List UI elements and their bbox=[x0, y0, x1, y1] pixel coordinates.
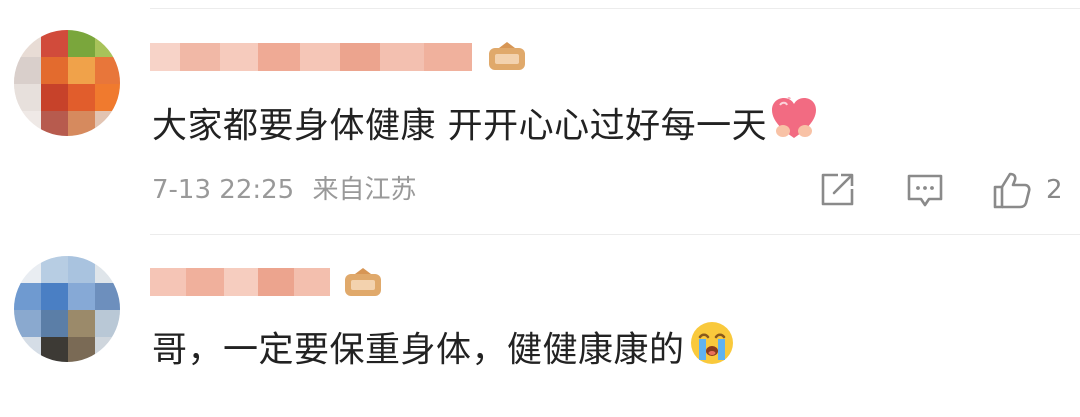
comment-text-content: 哥，一定要保重身体，健健康康的 bbox=[152, 330, 685, 371]
crying-emoji bbox=[689, 320, 735, 377]
fan-badge-icon bbox=[487, 42, 527, 72]
comment-divider bbox=[150, 234, 1080, 235]
share-icon bbox=[821, 173, 854, 206]
comment-timestamp: 7-13 22:25 bbox=[152, 175, 295, 205]
comment-location: 来自江苏 bbox=[312, 175, 417, 205]
reply-icon bbox=[907, 174, 943, 207]
comment-text-content: 大家都要身体健康 开开心心过好每一天 bbox=[152, 106, 768, 147]
fan-badge-icon bbox=[343, 268, 383, 298]
top-divider bbox=[150, 8, 1080, 9]
avatar[interactable] bbox=[14, 256, 120, 362]
share-button[interactable] bbox=[818, 168, 856, 212]
comment-meta: 7-13 22:25 来自江苏 bbox=[152, 172, 416, 208]
username-blurred[interactable] bbox=[150, 43, 472, 71]
avatar[interactable] bbox=[14, 30, 120, 136]
comment-text: 哥，一定要保重身体，健健康康的 bbox=[152, 320, 735, 380]
like-button[interactable]: 2 bbox=[992, 168, 1063, 212]
comment-text: 大家都要身体健康 开开心心过好每一天 bbox=[152, 95, 817, 155]
like-icon bbox=[993, 172, 1031, 209]
reply-button[interactable] bbox=[905, 168, 945, 212]
like-count: 2 bbox=[1046, 175, 1063, 205]
heart-emoji bbox=[771, 95, 817, 152]
username-blurred[interactable] bbox=[150, 268, 330, 296]
